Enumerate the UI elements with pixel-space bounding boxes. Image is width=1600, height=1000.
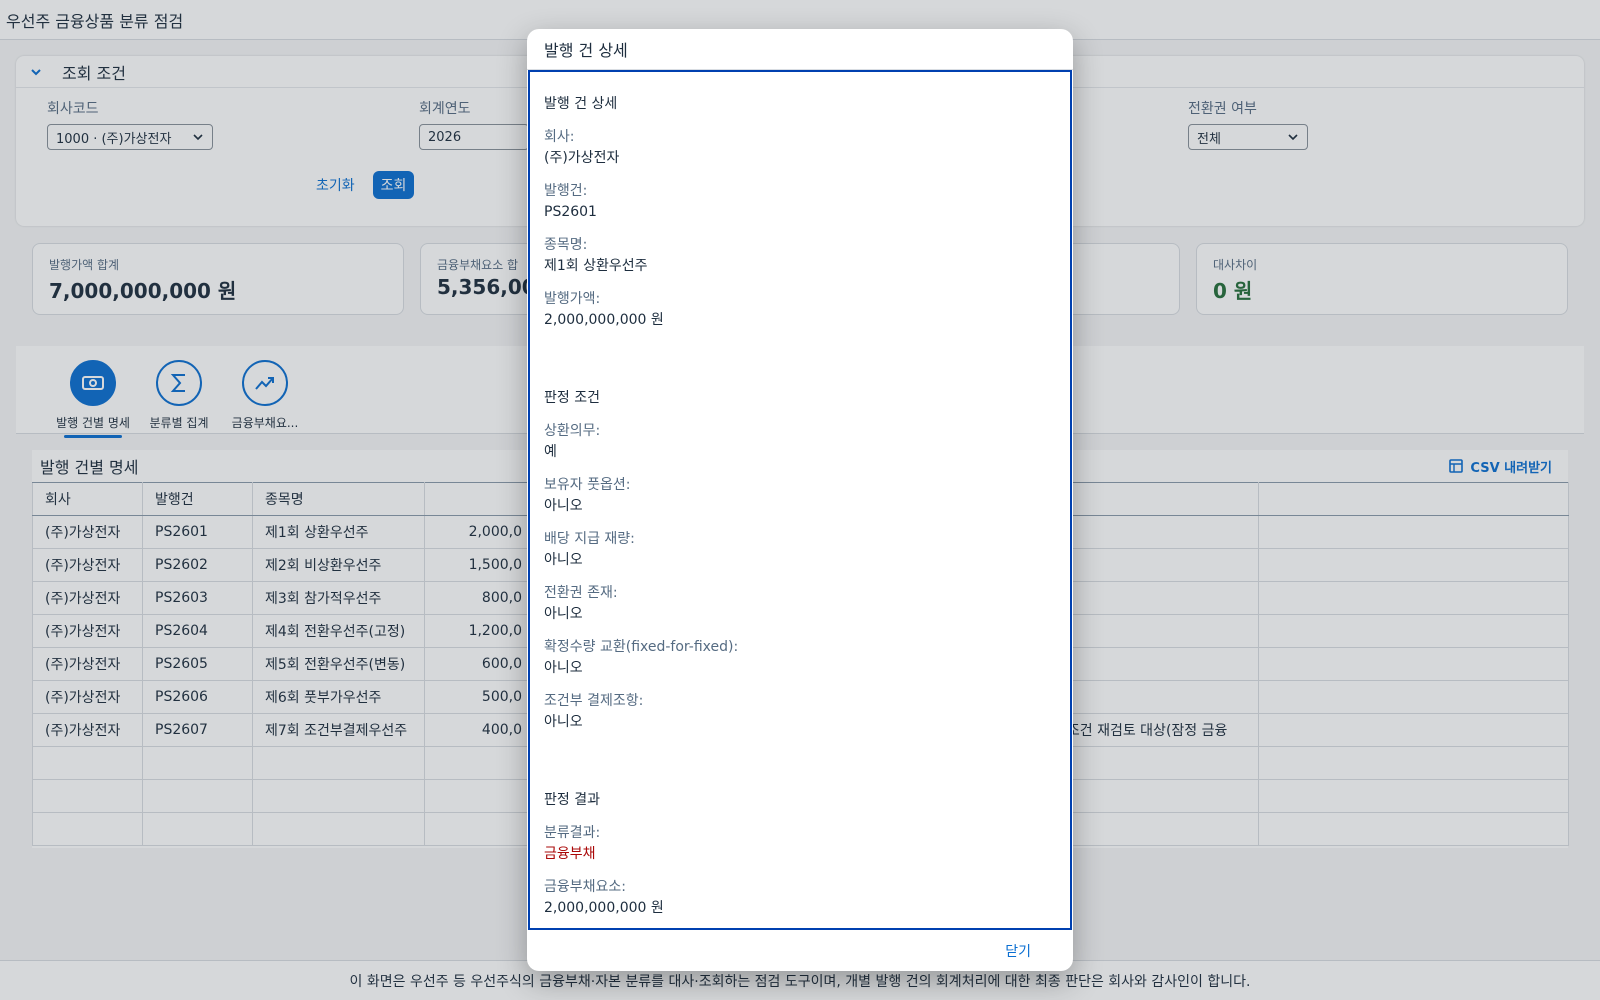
detail-label: 배당 지급 재량:: [544, 531, 635, 547]
dialog-header: 발행 건 상세: [527, 29, 1073, 70]
detail-value: 아니오: [544, 498, 583, 514]
detail-value: 예: [544, 444, 557, 460]
detail-label: 발행가액:: [544, 291, 601, 307]
detail-label: 전환권 존재:: [544, 585, 618, 601]
detail-label: 발행건:: [544, 183, 588, 199]
detail-label: 종목명:: [544, 237, 588, 253]
detail-value: 금융부채: [544, 846, 596, 862]
close-button[interactable]: 닫기: [1005, 941, 1031, 961]
detail-item: 확정수량 교환(fixed-for-fixed): 아니오: [544, 637, 1056, 679]
detail-label: 회사:: [544, 129, 575, 145]
dialog-title: 발행 건 상세: [544, 41, 628, 60]
detail-value: (주)가상전자: [544, 150, 620, 166]
detail-value: 2,000,000,000 원: [544, 312, 664, 328]
detail-item: 배당 지급 재량: 아니오: [544, 529, 1056, 571]
detail-item: 발행건: PS2601: [544, 181, 1056, 223]
dialog-content[interactable]: 발행 건 상세회사: (주)가상전자발행건: PS2601 종목명: 제1회 상환우선주…: [528, 70, 1072, 930]
detail-label: 분류결과:: [544, 825, 601, 841]
detail-item: 금융부채요소: 2,000,000,000 원: [544, 877, 1056, 919]
detail-value: PS2601: [544, 204, 597, 220]
detail-label: 보유자 풋옵션:: [544, 477, 631, 493]
detail-label: 상환의무:: [544, 423, 601, 439]
detail-value: 제1회 상환우선주: [544, 258, 648, 274]
dialog-footer: 닫기: [527, 930, 1073, 971]
detail-item: 분류결과: 금융부채: [544, 823, 1056, 865]
detail-item: 상환의무: 예: [544, 421, 1056, 463]
detail-value: 아니오: [544, 660, 583, 676]
section-title: 판정 결과: [544, 792, 600, 808]
issue-detail-dialog: 발행 건 상세 발행 건 상세회사: (주)가상전자발행건: PS2601 종목명: 제…: [527, 29, 1073, 971]
detail-item: 발행가액: 2,000,000,000 원: [544, 289, 1056, 331]
detail-item: 종목명: 제1회 상환우선주: [544, 235, 1056, 277]
detail-item: 조건부 결제조항: 아니오: [544, 691, 1056, 733]
section-title: 발행 건 상세: [544, 96, 618, 112]
detail-label: 확정수량 교환(fixed-for-fixed):: [544, 639, 739, 655]
detail-label: 금융부채요소:: [544, 879, 626, 895]
detail-value: 아니오: [544, 606, 583, 622]
section-title: 판정 조건: [544, 390, 600, 406]
detail-item: 회사: (주)가상전자: [544, 127, 1056, 169]
detail-value: 아니오: [544, 714, 583, 730]
detail-value: 2,000,000,000 원: [544, 900, 664, 916]
detail-item: 전환권 존재: 아니오: [544, 583, 1056, 625]
detail-value: 아니오: [544, 552, 583, 568]
detail-label: 조건부 결제조항:: [544, 693, 644, 709]
detail-item: 보유자 풋옵션: 아니오: [544, 475, 1056, 517]
